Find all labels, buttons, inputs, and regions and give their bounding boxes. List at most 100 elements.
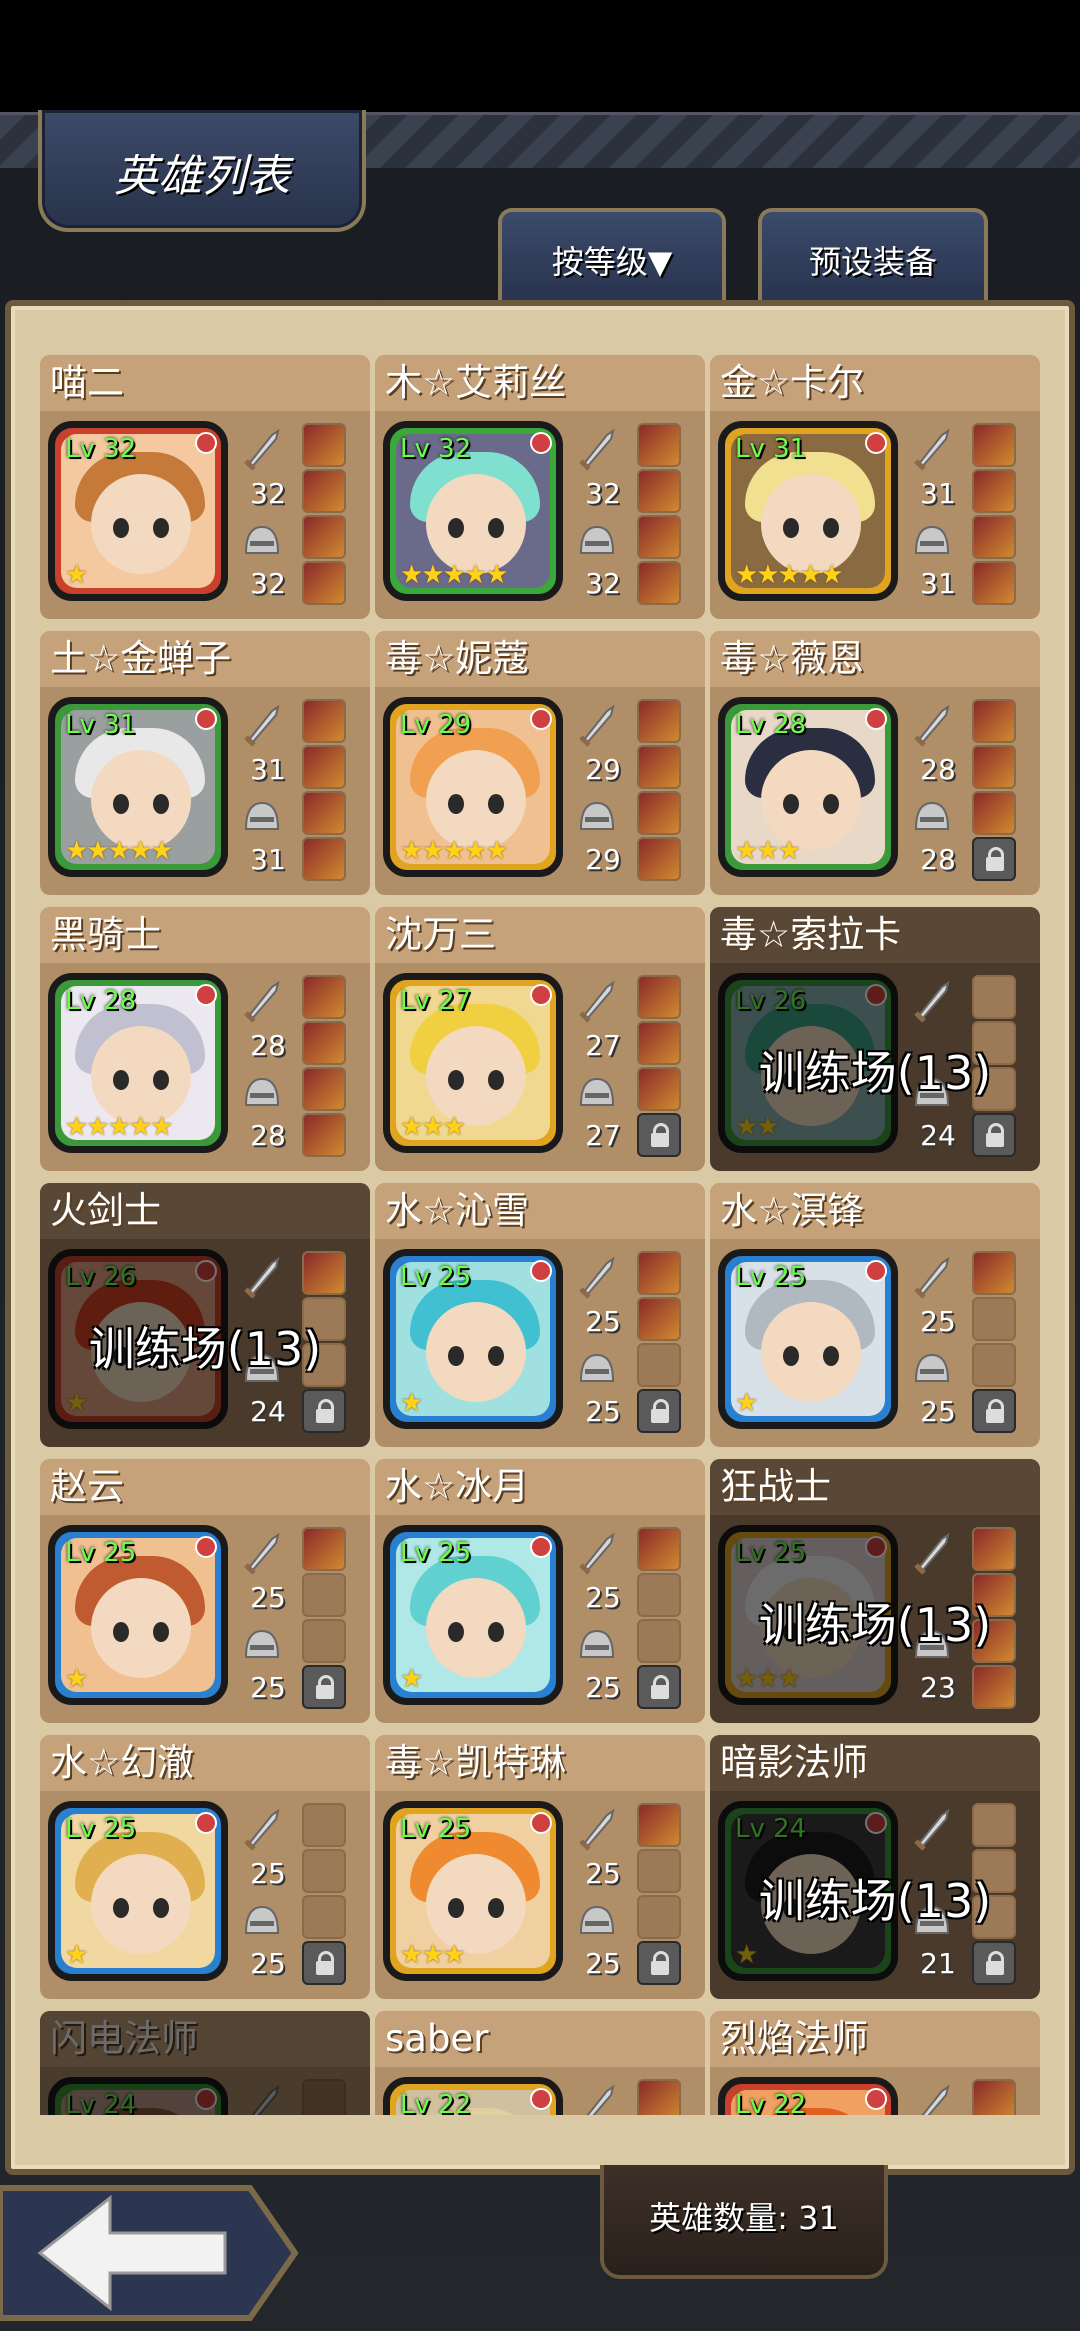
- hero-card[interactable]: 土☆金蝉子 Lv 31 ★★★★★ 31 31: [40, 631, 370, 895]
- hero-level: Lv 28: [735, 710, 807, 740]
- equipment-item-icon[interactable]: [637, 2079, 681, 2115]
- equipment-item-icon[interactable]: [637, 791, 681, 835]
- equipment-item-icon[interactable]: [302, 745, 346, 789]
- hero-portrait[interactable]: Lv 32 ★: [48, 421, 228, 601]
- hero-portrait[interactable]: Lv 25 ★: [383, 1249, 563, 1429]
- equipment-item-icon[interactable]: [637, 1527, 681, 1571]
- hero-card[interactable]: 水☆冰月 Lv 25 ★ 25 25: [375, 1459, 705, 1723]
- hero-card[interactable]: 黑骑士 Lv 28 ★★★★★ 28 28: [40, 907, 370, 1171]
- equipment-item-icon[interactable]: [972, 515, 1016, 559]
- equipment-item-icon[interactable]: [637, 515, 681, 559]
- equipment-item-icon[interactable]: [637, 975, 681, 1019]
- hero-portrait[interactable]: Lv 27 ★★★: [383, 973, 563, 1153]
- hero-portrait[interactable]: Lv 32 ★★★★★: [383, 421, 563, 601]
- weapon-level: 25: [585, 1581, 621, 1614]
- equipment-item-icon[interactable]: [637, 1297, 681, 1341]
- hero-card[interactable]: 赵云 Lv 25 ★ 25 25: [40, 1459, 370, 1723]
- hero-card[interactable]: 水☆幻澈 Lv 25 ★ 25 25: [40, 1735, 370, 1999]
- equipment-item-icon[interactable]: [302, 561, 346, 605]
- hero-portrait[interactable]: Lv 28 ★★★: [718, 697, 898, 877]
- equipment-item-icon[interactable]: [972, 1251, 1016, 1295]
- hero-card[interactable]: 火剑士 Lv 26 ★ 24 训练场(13): [40, 1183, 370, 1447]
- hero-grid[interactable]: 喵二 Lv 32 ★ 32 32 木☆艾莉丝 Lv 32 ★★★★★ 32 32…: [40, 355, 1040, 2115]
- hero-card[interactable]: 闪电法师 Lv 24: [40, 2011, 370, 2115]
- back-button[interactable]: [0, 2178, 300, 2328]
- equipment-item-icon[interactable]: [302, 1527, 346, 1571]
- equipment-item-icon[interactable]: [972, 423, 1016, 467]
- hero-card[interactable]: 金☆卡尔 Lv 31 ★★★★★ 31 31: [710, 355, 1040, 619]
- equipment-item-icon[interactable]: [637, 561, 681, 605]
- hero-portrait[interactable]: Lv 25 ★★★: [383, 1801, 563, 1981]
- equipment-item-icon[interactable]: [972, 1665, 1016, 1709]
- equipment-item-icon[interactable]: [302, 1251, 346, 1295]
- hero-portrait[interactable]: Lv 31 ★★★★★: [718, 421, 898, 601]
- preset-equipment-button[interactable]: 预设装备: [758, 208, 988, 308]
- hero-portrait[interactable]: Lv 24: [48, 2077, 228, 2115]
- hero-portrait[interactable]: Lv 25 ★: [718, 1249, 898, 1429]
- empty-equipment-slot[interactable]: [302, 1895, 346, 1939]
- hero-card[interactable]: 木☆艾莉丝 Lv 32 ★★★★★ 32 32: [375, 355, 705, 619]
- hero-portrait[interactable]: Lv 25 ★: [48, 1525, 228, 1705]
- equipment-item-icon[interactable]: [302, 469, 346, 513]
- empty-equipment-slot[interactable]: [972, 1343, 1016, 1387]
- equipment-item-icon[interactable]: [972, 745, 1016, 789]
- equipment-item-icon[interactable]: [302, 975, 346, 1019]
- equipment-item-icon[interactable]: [302, 791, 346, 835]
- equipment-item-icon[interactable]: [972, 791, 1016, 835]
- hero-portrait[interactable]: Lv 22: [718, 2077, 898, 2115]
- equipment-item-icon[interactable]: [637, 699, 681, 743]
- equipment-item-icon[interactable]: [972, 699, 1016, 743]
- hero-portrait[interactable]: Lv 22: [383, 2077, 563, 2115]
- equipment-item-icon[interactable]: [972, 2079, 1016, 2115]
- hero-card[interactable]: 烈焰法师 Lv 22: [710, 2011, 1040, 2115]
- equipment-item-icon[interactable]: [302, 1021, 346, 1065]
- hero-card[interactable]: 水☆溟锋 Lv 25 ★ 25 25: [710, 1183, 1040, 1447]
- hero-portrait[interactable]: Lv 31 ★★★★★: [48, 697, 228, 877]
- empty-equipment-slot[interactable]: [302, 2079, 346, 2115]
- equipment-item-icon[interactable]: [302, 699, 346, 743]
- hero-card[interactable]: 毒☆凯特琳 Lv 25 ★★★ 25 25: [375, 1735, 705, 1999]
- hero-card[interactable]: 沈万三 Lv 27 ★★★ 27 27: [375, 907, 705, 1171]
- equipment-item-icon[interactable]: [637, 423, 681, 467]
- hero-card[interactable]: 毒☆索拉卡 Lv 26 ★★ 24 训练场(13): [710, 907, 1040, 1171]
- hero-card[interactable]: 毒☆薇恩 Lv 28 ★★★ 28 28: [710, 631, 1040, 895]
- empty-equipment-slot[interactable]: [637, 1343, 681, 1387]
- equipment-item-icon[interactable]: [972, 469, 1016, 513]
- hero-portrait[interactable]: Lv 25 ★: [383, 1525, 563, 1705]
- hero-card[interactable]: saber Lv 22: [375, 2011, 705, 2115]
- empty-equipment-slot[interactable]: [972, 975, 1016, 1019]
- equipment-item-icon[interactable]: [972, 1527, 1016, 1571]
- empty-equipment-slot[interactable]: [637, 1619, 681, 1663]
- empty-equipment-slot[interactable]: [637, 1849, 681, 1893]
- hero-portrait[interactable]: Lv 28 ★★★★★: [48, 973, 228, 1153]
- hero-card[interactable]: 水☆沁雪 Lv 25 ★ 25 25: [375, 1183, 705, 1447]
- empty-equipment-slot[interactable]: [972, 1297, 1016, 1341]
- empty-equipment-slot[interactable]: [972, 1803, 1016, 1847]
- hero-portrait[interactable]: Lv 25 ★: [48, 1801, 228, 1981]
- equipment-item-icon[interactable]: [302, 1067, 346, 1111]
- empty-equipment-slot[interactable]: [302, 1849, 346, 1893]
- hero-card[interactable]: 喵二 Lv 32 ★ 32 32: [40, 355, 370, 619]
- hero-card[interactable]: 暗影法师 Lv 24 ★ 21 训练场(13): [710, 1735, 1040, 1999]
- hero-card[interactable]: 狂战士 Lv 25 ★★★ 23 训练场(13): [710, 1459, 1040, 1723]
- equipment-item-icon[interactable]: [637, 745, 681, 789]
- equipment-item-icon[interactable]: [637, 1021, 681, 1065]
- equipment-item-icon[interactable]: [637, 469, 681, 513]
- hero-card[interactable]: 毒☆妮蔻 Lv 29 ★★★★★ 29 29: [375, 631, 705, 895]
- empty-equipment-slot[interactable]: [302, 1573, 346, 1617]
- hero-portrait[interactable]: Lv 29 ★★★★★: [383, 697, 563, 877]
- equipment-item-icon[interactable]: [302, 1113, 346, 1157]
- empty-equipment-slot[interactable]: [302, 1803, 346, 1847]
- empty-equipment-slot[interactable]: [637, 1895, 681, 1939]
- equipment-item-icon[interactable]: [637, 1803, 681, 1847]
- equipment-item-icon[interactable]: [637, 837, 681, 881]
- equipment-item-icon[interactable]: [302, 515, 346, 559]
- sort-by-level-button[interactable]: 按等级▼: [498, 208, 726, 308]
- empty-equipment-slot[interactable]: [302, 1619, 346, 1663]
- equipment-item-icon[interactable]: [972, 561, 1016, 605]
- empty-equipment-slot[interactable]: [637, 1573, 681, 1617]
- equipment-item-icon[interactable]: [302, 423, 346, 467]
- equipment-item-icon[interactable]: [302, 837, 346, 881]
- equipment-item-icon[interactable]: [637, 1251, 681, 1295]
- equipment-item-icon[interactable]: [637, 1067, 681, 1111]
